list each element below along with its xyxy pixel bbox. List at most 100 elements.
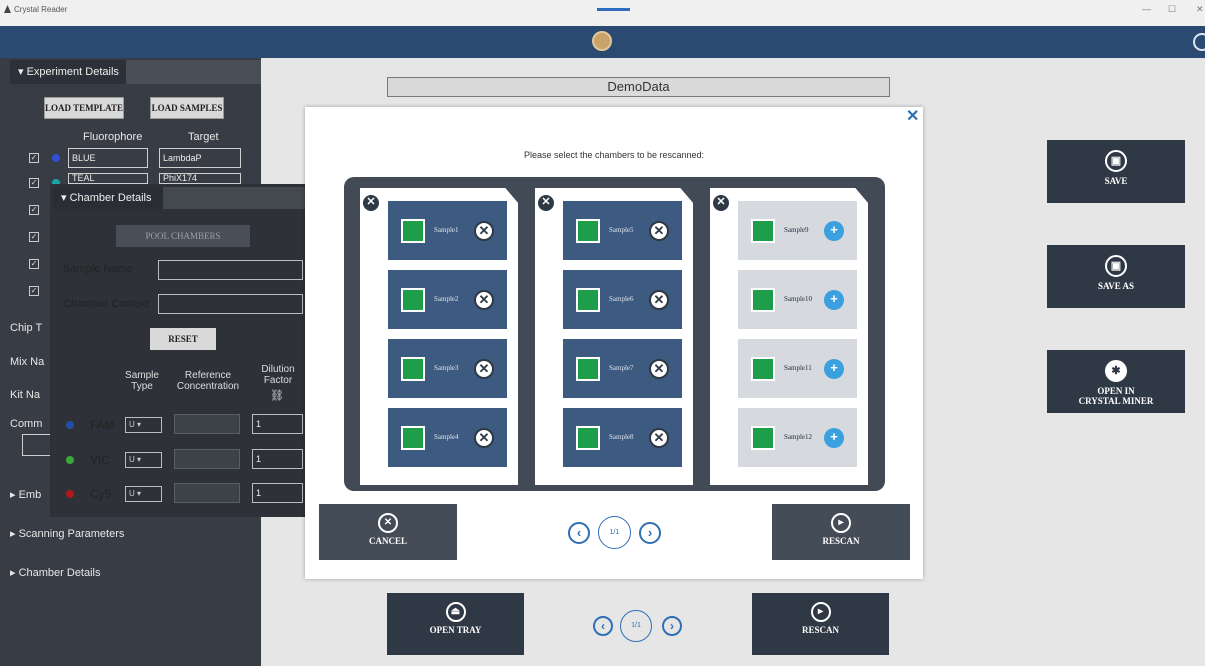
remove-plate-icon[interactable]: ✕: [713, 195, 729, 211]
crystal-logo-icon: [592, 31, 612, 51]
vic-sample-type-select[interactable]: U ▾: [125, 452, 162, 468]
deselect-chamber-icon[interactable]: ✕: [649, 359, 669, 379]
load-samples-button[interactable]: LOAD SAMPLES: [150, 97, 224, 119]
fam-sample-type-select[interactable]: U ▾: [125, 417, 162, 433]
fluor-checkbox[interactable]: ✓: [29, 286, 39, 296]
reset-button[interactable]: RESET: [150, 328, 216, 350]
chamber-details-tab-label: Chamber Details: [69, 192, 152, 204]
fluor-checkbox[interactable]: ✓: [29, 232, 39, 242]
cancel-label: CANCEL: [368, 536, 407, 546]
chamber-sample-label: Sample11: [784, 364, 812, 372]
chamber-sample-label: Sample5: [609, 226, 634, 234]
chamber-swatch: [751, 357, 775, 381]
chamber-context-field[interactable]: [158, 294, 303, 314]
experiment-name-field[interactable]: DemoData: [387, 77, 890, 97]
rescan-label: RESCAN: [801, 625, 839, 635]
deselect-chamber-icon[interactable]: ✕: [474, 221, 494, 241]
maximize-button[interactable]: ☐: [1168, 4, 1176, 15]
deselect-chamber-icon[interactable]: ✕: [474, 428, 494, 448]
cy5-dilution-field[interactable]: 1: [252, 483, 303, 503]
comments-field[interactable]: [22, 434, 52, 456]
save-as-button[interactable]: ▣ SAVE AS: [1047, 245, 1185, 308]
target-field[interactable]: LambdaP: [159, 148, 241, 168]
target-field[interactable]: PhiX174: [159, 173, 241, 184]
dilution-factor-header: Dilution Factor: [261, 364, 295, 386]
open-in-crystal-miner-button[interactable]: ✱ OPEN IN CRYSTAL MINER: [1047, 350, 1185, 413]
fluor-checkbox[interactable]: ✓: [29, 178, 39, 188]
fluorophore-field[interactable]: TEAL: [68, 173, 148, 184]
close-window-button[interactable]: ✕: [1196, 4, 1204, 15]
remove-plate-icon[interactable]: ✕: [538, 195, 554, 211]
sample-chamber[interactable]: Sample6 ✕: [563, 270, 682, 329]
rescan-icon: ▸: [810, 602, 831, 622]
minimize-button[interactable]: —: [1142, 4, 1151, 14]
fluor-checkbox[interactable]: ✓: [29, 259, 39, 269]
open-tray-button[interactable]: ⏏ OPEN TRAY: [387, 593, 524, 655]
dialog-prev-page-button[interactable]: ‹: [568, 522, 590, 544]
scanning-parameters-section[interactable]: ▸ Scanning Parameters: [10, 527, 124, 540]
sample-chamber[interactable]: Sample9 +: [738, 201, 857, 260]
vic-dilution-field[interactable]: 1: [252, 449, 303, 469]
next-page-button[interactable]: ›: [662, 616, 682, 636]
save-button[interactable]: ▣ SAVE: [1047, 140, 1185, 203]
window-title: Crystal Reader: [14, 5, 68, 14]
chamber-swatch: [576, 426, 600, 450]
deselect-chamber-icon[interactable]: ✕: [649, 290, 669, 310]
embed-section[interactable]: ▸ Emb: [10, 488, 41, 501]
comments-label: Comm: [10, 418, 43, 430]
chamber-details-tab[interactable]: ▾ Chamber Details: [53, 187, 163, 209]
chamber-sample-label: Sample7: [609, 364, 634, 372]
chamber-swatch: [576, 288, 600, 312]
load-template-button[interactable]: LOAD TEMPLATE: [44, 97, 124, 119]
save-as-icon: ▣: [1105, 255, 1127, 277]
fluor-checkbox[interactable]: ✓: [29, 153, 39, 163]
target-header: Target: [188, 131, 219, 143]
rescan-button[interactable]: ▸ RESCAN: [752, 593, 889, 655]
add-chamber-icon[interactable]: +: [824, 290, 844, 310]
close-dialog-button[interactable]: ✕: [906, 106, 919, 126]
fam-dilution-field[interactable]: 1: [252, 414, 303, 434]
crystal-miner-label: CRYSTAL MINER: [1078, 396, 1154, 406]
chamber-details-section[interactable]: ▸ Chamber Details: [10, 566, 101, 579]
experiment-details-tab[interactable]: ▾ Experiment Details: [10, 60, 126, 84]
sample-chamber[interactable]: Sample11 +: [738, 339, 857, 398]
sample-chamber[interactable]: Sample2 ✕: [388, 270, 507, 329]
sample-chamber[interactable]: Sample1 ✕: [388, 201, 507, 260]
vic-label: VIC: [90, 453, 111, 467]
chamber-sample-label: Sample10: [784, 295, 812, 303]
fluorophore-field[interactable]: BLUE: [68, 148, 148, 168]
deselect-chamber-icon[interactable]: ✕: [474, 290, 494, 310]
sample-chamber[interactable]: Sample4 ✕: [388, 408, 507, 467]
deselect-chamber-icon[interactable]: ✕: [649, 428, 669, 448]
pool-chambers-button[interactable]: POOL CHAMBERS: [116, 225, 250, 247]
fluor-checkbox[interactable]: ✓: [29, 205, 39, 215]
fam-color-dot: [66, 421, 74, 429]
sample-chamber[interactable]: Sample8 ✕: [563, 408, 682, 467]
remove-plate-icon[interactable]: ✕: [363, 195, 379, 211]
vic-sample-type-value: U: [129, 455, 135, 464]
add-chamber-icon[interactable]: +: [824, 428, 844, 448]
sample-chamber[interactable]: Sample5 ✕: [563, 201, 682, 260]
dialog-rescan-button[interactable]: ▸ RESCAN: [772, 504, 910, 560]
sample-chamber[interactable]: Sample10 +: [738, 270, 857, 329]
scanning-parameters-label: Scanning Parameters: [18, 528, 125, 540]
app-logo-icon: [4, 5, 11, 13]
deselect-chamber-icon[interactable]: ✕: [649, 221, 669, 241]
cy5-sample-type-select[interactable]: U ▾: [125, 486, 162, 502]
kit-name-label: Kit Na: [10, 389, 40, 401]
deselect-chamber-icon[interactable]: ✕: [474, 359, 494, 379]
open-in-label: OPEN IN: [1097, 386, 1135, 396]
link-icon[interactable]: ⛓: [270, 389, 284, 402]
prev-page-button[interactable]: ‹: [593, 616, 613, 636]
sample-name-field[interactable]: [158, 260, 303, 280]
sample-chamber[interactable]: Sample3 ✕: [388, 339, 507, 398]
chamber-sample-label: Sample1: [434, 226, 459, 234]
embed-label: Emb: [18, 489, 42, 501]
sample-chamber[interactable]: Sample7 ✕: [563, 339, 682, 398]
add-chamber-icon[interactable]: +: [824, 221, 844, 241]
sample-chamber[interactable]: Sample12 +: [738, 408, 857, 467]
help-icon[interactable]: [1193, 33, 1205, 51]
add-chamber-icon[interactable]: +: [824, 359, 844, 379]
dialog-next-page-button[interactable]: ›: [639, 522, 661, 544]
cancel-button[interactable]: ✕ CANCEL: [319, 504, 457, 560]
